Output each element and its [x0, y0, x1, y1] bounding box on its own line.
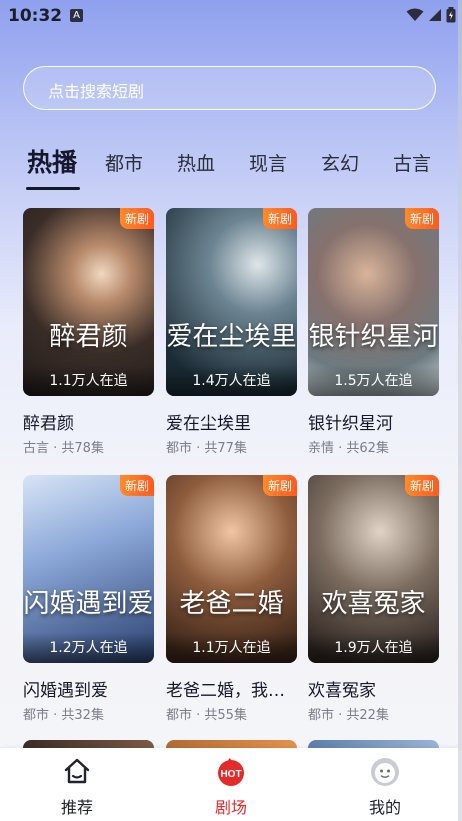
drama-meta: 都市 · 共22集 [308, 708, 389, 723]
notification-a-icon: A [70, 9, 83, 22]
viewers-count: 1.1万人在追 [23, 366, 154, 396]
drama-card[interactable]: 醉君颜 新剧 1.1万人在追 醉君颜 古言 · 共78集 [23, 208, 154, 456]
nav-recommend[interactable]: 推荐 [0, 748, 154, 821]
drama-title: 闪婚遇到爱 [23, 681, 108, 701]
signal-icon [429, 9, 441, 21]
drama-poster[interactable]: 老爸二婚 新剧 1.1万人在追 [166, 475, 297, 663]
drama-title: 老爸二婚，我… [166, 681, 285, 701]
nav-label: 剧场 [214, 798, 247, 817]
home-icon [64, 758, 90, 784]
poster-title-art: 银针织星河 [308, 322, 439, 352]
profile-icon [371, 758, 399, 786]
poster-title-art: 闪婚遇到爱 [23, 589, 154, 619]
poster-title-art: 老爸二婚 [179, 589, 284, 619]
search-input[interactable]: 点击搜索短剧 [23, 66, 436, 110]
new-badge: 新剧 [404, 208, 439, 229]
poster-title-art: 欢喜冤家 [321, 589, 426, 619]
viewers-count: 1.9万人在追 [308, 633, 439, 663]
drama-card[interactable]: 闪婚遇到爱 新剧 1.2万人在追 闪婚遇到爱 都市 · 共32集 [23, 475, 154, 723]
viewers-count: 1.4万人在追 [166, 366, 297, 396]
tab-hot[interactable]: 热播 [27, 143, 77, 179]
drama-poster[interactable]: 欢喜冤家 新剧 1.9万人在追 [308, 475, 439, 663]
hot-icon-text: HOT [220, 769, 241, 780]
drama-meta: 都市 · 共32集 [23, 708, 104, 723]
drama-card[interactable]: 欢喜冤家 新剧 1.9万人在追 欢喜冤家 都市 · 共22集 [308, 475, 439, 723]
drama-poster[interactable]: 闪婚遇到爱 新剧 1.2万人在追 [23, 475, 154, 663]
nav-label: 我的 [368, 798, 401, 817]
tab-urban[interactable]: 都市 [105, 149, 143, 176]
drama-title: 银针织星河 [308, 414, 393, 434]
poster-title-art: 醉君颜 [49, 322, 128, 352]
nav-theater[interactable]: HOT 剧场 [154, 748, 308, 821]
new-badge: 新剧 [404, 475, 439, 496]
active-tab-underline [26, 187, 80, 190]
drama-title: 欢喜冤家 [308, 681, 376, 701]
viewers-count: 1.5万人在追 [308, 366, 439, 396]
wifi-icon [406, 8, 424, 21]
drama-meta: 都市 · 共55集 [166, 708, 247, 723]
status-bar: 10:32 A [0, 0, 462, 34]
drama-card[interactable]: 爱在尘埃里 新剧 1.4万人在追 爱在尘埃里 都市 · 共77集 [166, 208, 297, 456]
tab-fantasy[interactable]: 玄幻 [321, 149, 359, 176]
battery-icon [446, 7, 456, 23]
hot-icon: HOT [218, 758, 244, 786]
drama-card[interactable]: 老爸二婚 新剧 1.1万人在追 老爸二婚，我… 都市 · 共55集 [166, 475, 297, 723]
tab-passion[interactable]: 热血 [177, 149, 215, 176]
drama-poster[interactable]: 醉君颜 新剧 1.1万人在追 [23, 208, 154, 396]
drama-title: 爱在尘埃里 [166, 414, 251, 434]
search-placeholder: 点击搜索短剧 [48, 82, 145, 101]
drama-poster[interactable]: 爱在尘埃里 新剧 1.4万人在追 [166, 208, 297, 396]
drama-meta: 都市 · 共77集 [166, 441, 247, 456]
status-icons [406, 7, 456, 23]
new-badge: 新剧 [262, 208, 297, 229]
drama-card[interactable]: 银针织星河 新剧 1.5万人在追 银针织星河 亲情 · 共62集 [308, 208, 439, 456]
viewers-count: 1.1万人在追 [166, 633, 297, 663]
new-badge: 新剧 [262, 475, 297, 496]
drama-meta: 亲情 · 共62集 [308, 441, 389, 456]
tab-modern-romance[interactable]: 现言 [249, 149, 287, 176]
new-badge: 新剧 [119, 475, 154, 496]
poster-title-art: 爱在尘埃里 [166, 322, 297, 352]
nav-profile[interactable]: 我的 [308, 748, 462, 821]
nav-label: 推荐 [60, 798, 93, 817]
status-time: 10:32 [8, 6, 63, 26]
new-badge: 新剧 [119, 208, 154, 229]
drama-title: 醉君颜 [23, 414, 74, 434]
category-tabs: 热播 都市 热血 现言 玄幻 古言 [0, 143, 462, 193]
drama-meta: 古言 · 共78集 [23, 441, 104, 456]
scrollbar[interactable] [458, 0, 462, 821]
viewers-count: 1.2万人在追 [23, 633, 154, 663]
drama-poster[interactable]: 银针织星河 新剧 1.5万人在追 [308, 208, 439, 396]
bottom-navigation: 推荐 HOT 剧场 我的 [0, 748, 462, 821]
tab-ancient-romance[interactable]: 古言 [393, 149, 431, 176]
